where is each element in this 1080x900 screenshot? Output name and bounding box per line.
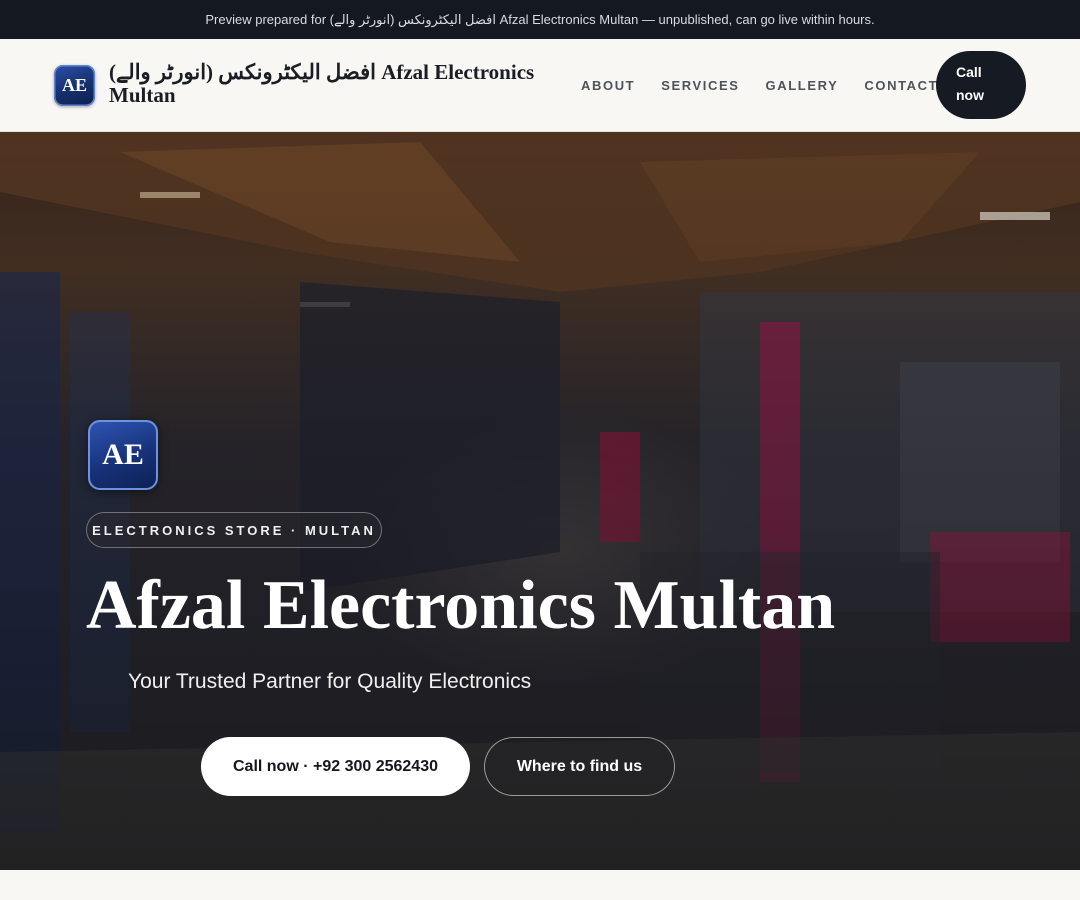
nav-item-about[interactable]: ABOUT — [581, 78, 635, 93]
main-nav: ABOUT SERVICES GALLERY CONTACT — [581, 39, 938, 131]
call-now-button[interactable]: Call now · +92 300 2562430 — [201, 737, 470, 796]
hero-subtitle: Your Trusted Partner for Quality Electro… — [128, 670, 532, 693]
nav-item-services[interactable]: SERVICES — [661, 78, 739, 93]
brand-name[interactable]: افضل الیکٹرونکس (انورٹر والے) Afzal Elec… — [109, 61, 571, 107]
nav-item-gallery[interactable]: GALLERY — [766, 78, 839, 93]
logo-initials: AE — [61, 75, 87, 95]
preview-banner-text: Preview prepared for افضل الیکٹرونکس (ان… — [205, 11, 875, 27]
header-call-button[interactable]: Call now — [936, 51, 1026, 119]
logo-badge[interactable]: AE — [54, 65, 95, 106]
hero-section: AE ELECTRONICS STORE · MULTAN Afzal Elec… — [0, 132, 1080, 870]
hero-eyebrow-pill: ELECTRONICS STORE · MULTAN — [86, 512, 382, 548]
next-section — [0, 870, 1080, 900]
hero-logo-initials: AE — [102, 438, 144, 471]
hero-logo-badge: AE — [88, 420, 158, 490]
site-header: AE افضل الیکٹرونکس (انورٹر والے) Afzal E… — [0, 39, 1080, 132]
find-us-button[interactable]: Where to find us — [484, 737, 675, 796]
nav-item-contact[interactable]: CONTACT — [864, 78, 938, 93]
hero-title: Afzal Electronics Multan — [86, 567, 836, 644]
hero-eyebrow-text: ELECTRONICS STORE · MULTAN — [92, 522, 376, 538]
preview-banner: Preview prepared for افضل الیکٹرونکس (ان… — [0, 0, 1080, 39]
